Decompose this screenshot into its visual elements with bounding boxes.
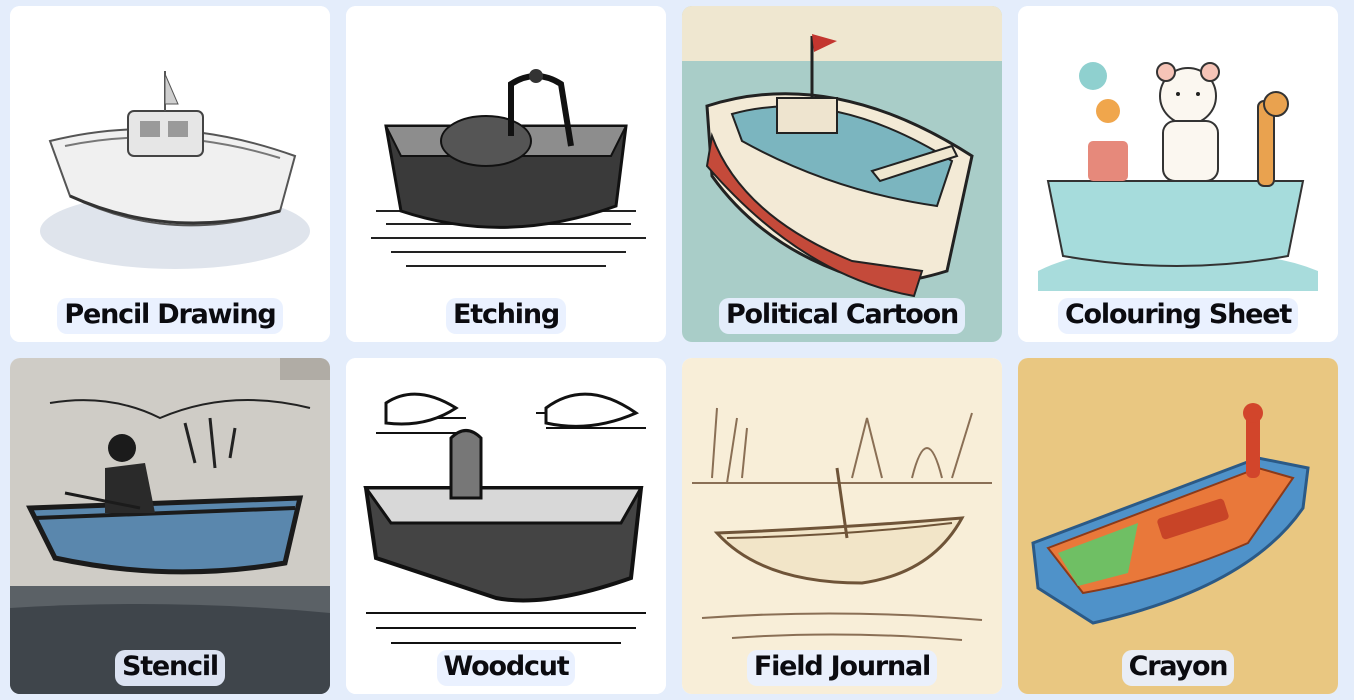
boat-image-crayon: [1018, 358, 1338, 694]
style-label: Woodcut: [436, 650, 576, 686]
style-label: Colouring Sheet: [1057, 298, 1299, 334]
boat-image-pencil: [10, 6, 330, 342]
style-card-etching[interactable]: Etching: [346, 6, 666, 342]
style-grid: Pencil Drawing Etching Political Cartoon…: [10, 6, 1338, 694]
style-card-political-cartoon[interactable]: Political Cartoon: [682, 6, 1002, 342]
boat-image-colouring-sheet: [1018, 6, 1338, 342]
boat-image-political-cartoon: [682, 6, 1002, 342]
style-label: Stencil: [114, 650, 225, 686]
style-label: Crayon: [1121, 650, 1235, 686]
boat-image-field-journal: [682, 358, 1002, 694]
boat-image-woodcut: [346, 358, 666, 694]
boat-image-stencil: [10, 358, 330, 694]
style-label: Etching: [446, 298, 566, 334]
style-card-stencil[interactable]: Stencil: [10, 358, 330, 694]
style-card-woodcut[interactable]: Woodcut: [346, 358, 666, 694]
style-label: Political Cartoon: [718, 298, 966, 334]
style-label: Field Journal: [746, 650, 938, 686]
style-card-crayon[interactable]: Crayon: [1018, 358, 1338, 694]
boat-image-etching: [346, 6, 666, 342]
style-card-field-journal[interactable]: Field Journal: [682, 358, 1002, 694]
style-card-pencil-drawing[interactable]: Pencil Drawing: [10, 6, 330, 342]
style-label: Pencil Drawing: [57, 298, 283, 334]
style-card-colouring-sheet[interactable]: Colouring Sheet: [1018, 6, 1338, 342]
